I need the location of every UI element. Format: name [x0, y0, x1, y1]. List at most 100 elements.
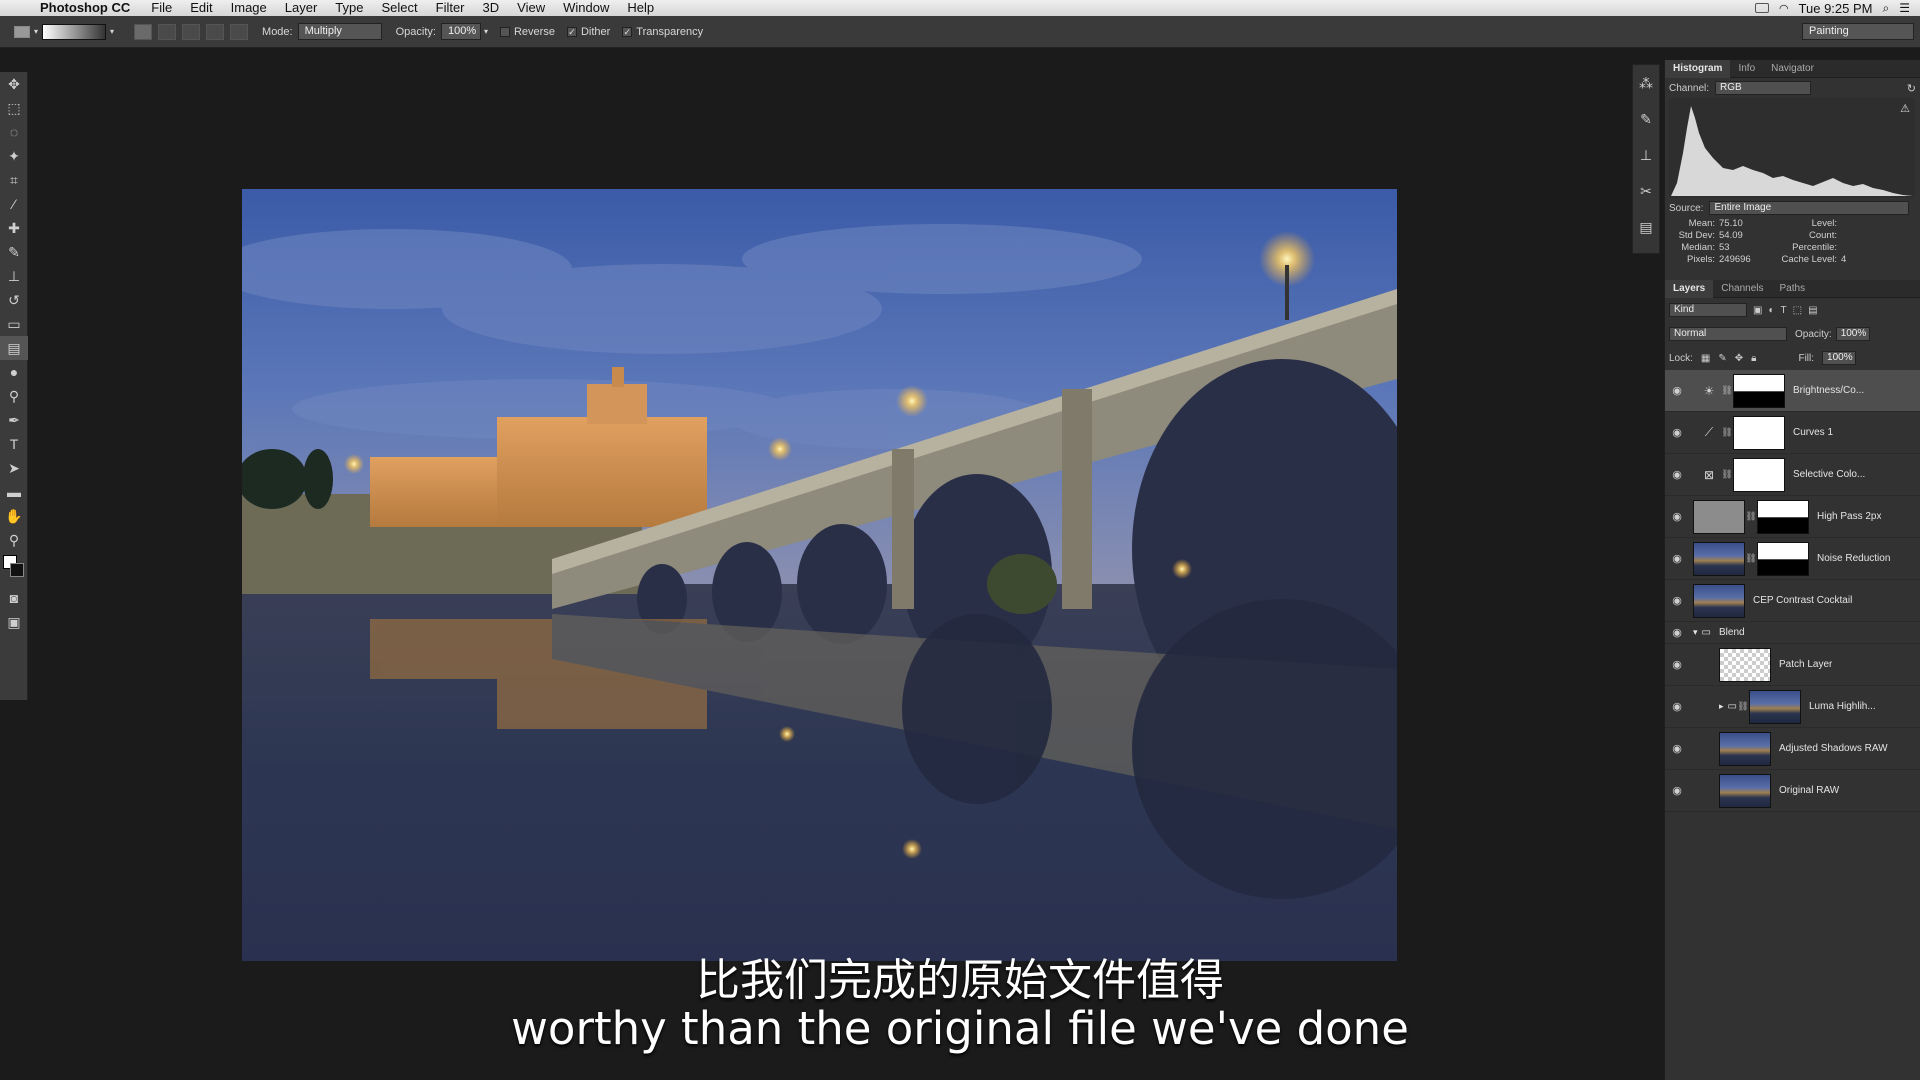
layer-mask-thumbnail[interactable] [1733, 415, 1785, 450]
fill-input[interactable]: 100% [1822, 351, 1857, 365]
eye-icon[interactable]: ◉ [1665, 426, 1689, 439]
quick-select-tool-icon[interactable]: ✦ [0, 144, 28, 168]
wifi-icon[interactable]: ◠ [1779, 2, 1789, 15]
layer-row-noise-reduction[interactable]: ◉ ⛓ Noise Reduction [1665, 538, 1920, 580]
tool-presets-icon[interactable]: ✂ [1633, 173, 1659, 209]
eye-icon[interactable]: ◉ [1665, 468, 1689, 481]
layer-mask-thumbnail[interactable] [1757, 499, 1809, 534]
eyedropper-tool-icon[interactable]: ⁄ [0, 192, 28, 216]
layer-group-luma[interactable]: ◉ ▸ ▭ ⛓ Luma Highlih... [1665, 686, 1920, 728]
link-icon[interactable]: ⛓ [1721, 427, 1733, 438]
menu-file[interactable]: File [142, 0, 181, 16]
brush-icon[interactable]: ✎ [1633, 101, 1659, 137]
eraser-tool-icon[interactable]: ▭ [0, 312, 28, 336]
angle-gradient-button[interactable] [182, 23, 201, 40]
mode-select[interactable]: Multiply [297, 23, 382, 40]
eye-icon[interactable]: ◉ [1665, 784, 1689, 797]
transparency-checkbox[interactable]: ✓ [622, 26, 633, 37]
pen-tool-icon[interactable]: ✒ [0, 408, 28, 432]
eye-icon[interactable]: ◉ [1665, 594, 1689, 607]
type-filter-icon[interactable]: T [1781, 305, 1787, 316]
link-icon[interactable]: ⛓ [1721, 385, 1733, 396]
workspace-select[interactable]: Painting [1802, 23, 1914, 40]
properties-icon[interactable]: ▤ [1633, 209, 1659, 245]
lock-paint-icon[interactable]: ✎ [1718, 353, 1726, 364]
shape-filter-icon[interactable]: ⬚ [1793, 305, 1802, 316]
layer-row-curves[interactable]: ◉ ⟋ ⛓ Curves 1 [1665, 412, 1920, 454]
type-tool-icon[interactable]: T [0, 432, 28, 456]
adjustment-filter-icon[interactable]: ◐ [1768, 305, 1774, 316]
link-icon[interactable]: ⛓ [1745, 553, 1757, 564]
layer-thumbnail[interactable] [1748, 689, 1801, 724]
link-icon[interactable]: ⛓ [1737, 701, 1749, 712]
opacity-input[interactable]: 100% [440, 23, 481, 40]
menu-3d[interactable]: 3D [474, 0, 509, 16]
channel-select[interactable]: RGB [1715, 81, 1812, 95]
blend-mode-select[interactable]: Normal [1669, 327, 1787, 341]
smart-object-filter-icon[interactable]: ▤ [1808, 305, 1817, 316]
eye-icon[interactable]: ◉ [1665, 658, 1689, 671]
clone-source-icon[interactable]: ⊥ [1633, 137, 1659, 173]
expand-triangle-icon[interactable]: ▾ [1693, 627, 1698, 638]
layer-row-original-raw[interactable]: ◉ Original RAW [1665, 770, 1920, 812]
menu-window[interactable]: Window [554, 0, 618, 16]
layer-group-blend[interactable]: ◉ ▾ ▭ Blend [1665, 622, 1920, 644]
menu-type[interactable]: Type [326, 0, 372, 16]
layer-row-brightness[interactable]: ◉ ☀ ⛓ Brightness/Co... [1665, 370, 1920, 412]
layer-row-selective-color[interactable]: ◉ ⊠ ⛓ Selective Colo... [1665, 454, 1920, 496]
pixel-filter-icon[interactable]: ▣ [1753, 305, 1762, 316]
quick-mask-icon[interactable]: ◙ [0, 586, 28, 610]
tab-channels[interactable]: Channels [1713, 280, 1771, 298]
layer-row-cep-contrast[interactable]: ◉ CEP Contrast Cocktail [1665, 580, 1920, 622]
layer-mask-thumbnail[interactable] [1733, 373, 1785, 408]
eye-icon[interactable]: ◉ [1665, 510, 1689, 523]
layer-mask-thumbnail[interactable] [1733, 457, 1785, 492]
history-brush-tool-icon[interactable]: ↺ [0, 288, 28, 312]
app-name-menu[interactable]: Photoshop CC [36, 0, 142, 16]
clone-stamp-tool-icon[interactable]: ⊥ [0, 264, 28, 288]
lock-position-icon[interactable]: ✥ [1735, 353, 1743, 364]
source-select[interactable]: Entire Image [1709, 201, 1910, 215]
layer-row-adjusted-shadows[interactable]: ◉ Adjusted Shadows RAW [1665, 728, 1920, 770]
tab-histogram[interactable]: Histogram [1665, 59, 1731, 78]
brush-presets-icon[interactable]: ⁂ [1633, 65, 1659, 101]
brush-tool-icon[interactable]: ✎ [0, 240, 28, 264]
link-icon[interactable]: ⛓ [1721, 469, 1733, 480]
menu-help[interactable]: Help [618, 0, 663, 16]
marquee-tool-icon[interactable]: ⬚ [0, 96, 28, 120]
diamond-gradient-button[interactable] [230, 23, 249, 40]
eye-icon[interactable]: ◉ [1665, 742, 1689, 755]
eye-icon[interactable]: ◉ [1665, 700, 1689, 713]
document-canvas[interactable] [242, 189, 1397, 961]
lasso-tool-icon[interactable]: ◌ [0, 120, 28, 144]
warning-icon[interactable]: ⚠ [1900, 102, 1910, 115]
layer-mask-thumbnail[interactable] [1757, 541, 1809, 576]
menu-edit[interactable]: Edit [181, 0, 221, 16]
color-swatches[interactable] [0, 552, 28, 586]
path-select-tool-icon[interactable]: ➤ [0, 456, 28, 480]
lock-transparent-icon[interactable]: ▦ [1701, 353, 1710, 364]
reverse-checkbox[interactable] [499, 26, 510, 37]
menu-select[interactable]: Select [372, 0, 426, 16]
opacity-chevron-icon[interactable]: ▾ [484, 27, 488, 36]
gradient-tool-icon[interactable]: ▤ [0, 336, 28, 360]
layer-row-high-pass[interactable]: ◉ ⛓ High Pass 2px [1665, 496, 1920, 538]
layer-thumbnail[interactable] [1693, 583, 1745, 618]
menu-layer[interactable]: Layer [276, 0, 327, 16]
gradient-picker-chevron-icon[interactable]: ▾ [110, 27, 114, 36]
eye-icon[interactable]: ◉ [1665, 552, 1689, 565]
menu-image[interactable]: Image [222, 0, 276, 16]
radial-gradient-button[interactable] [158, 23, 177, 40]
layer-thumbnail[interactable] [1719, 731, 1771, 766]
notification-icon[interactable]: ☰ [1899, 1, 1910, 15]
layer-thumbnail[interactable] [1693, 541, 1745, 576]
screen-mode-icon[interactable]: ▣ [0, 610, 28, 634]
layer-opacity-input[interactable]: 100% [1835, 327, 1870, 341]
eye-icon[interactable]: ◉ [1665, 626, 1689, 639]
tab-layers[interactable]: Layers [1665, 279, 1714, 298]
clock[interactable]: Tue 9:25 PM [1799, 1, 1873, 16]
menu-view[interactable]: View [508, 0, 554, 16]
layer-thumbnail[interactable] [1693, 499, 1745, 534]
menu-filter[interactable]: Filter [427, 0, 474, 16]
blur-tool-icon[interactable]: ● [0, 360, 28, 384]
